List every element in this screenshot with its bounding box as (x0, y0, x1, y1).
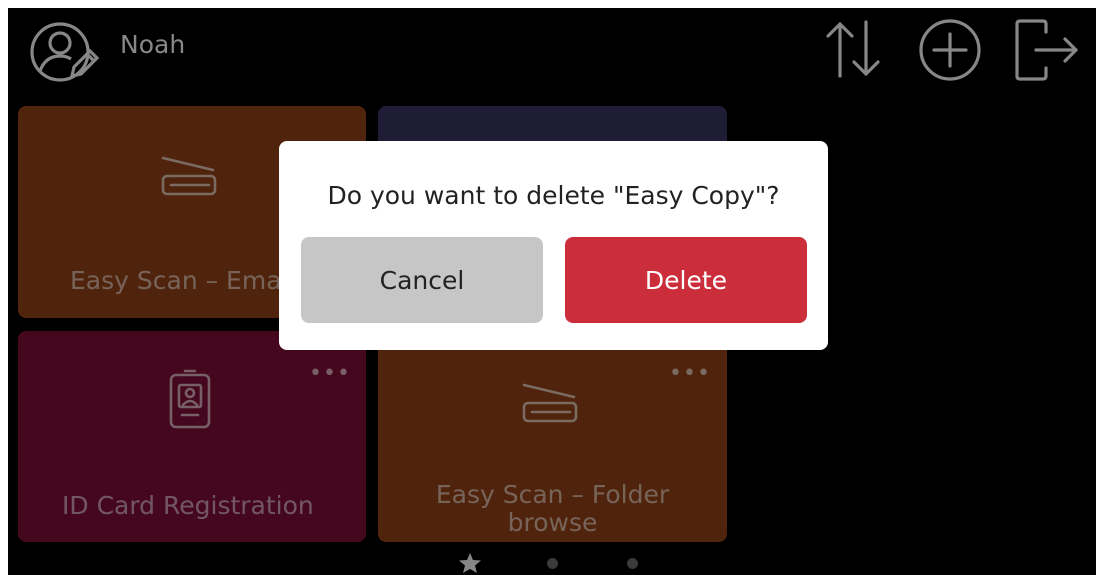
dialog-message: Do you want to delete "Easy Copy"? (327, 181, 780, 210)
screen: Noah Easy Scan – Email ••• ID Card Regis… (8, 8, 1096, 575)
delete-confirm-dialog: Do you want to delete "Easy Copy"? Cance… (279, 141, 828, 350)
cancel-button[interactable]: Cancel (301, 237, 543, 323)
delete-button[interactable]: Delete (565, 237, 807, 323)
